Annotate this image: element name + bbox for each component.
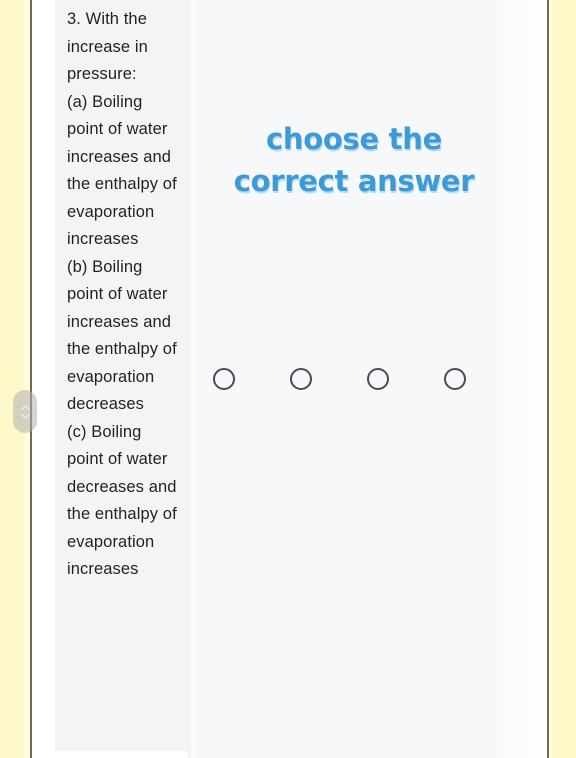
vertical-scroll-handle[interactable] bbox=[13, 390, 37, 433]
left-page-margin bbox=[0, 0, 30, 758]
option-circle-2[interactable] bbox=[290, 368, 312, 390]
choose-correct-answer-prompt: choose the correct answer bbox=[196, 118, 512, 202]
chevron-down-icon bbox=[20, 413, 30, 419]
right-margin-rule bbox=[547, 0, 549, 758]
option-circle-4[interactable] bbox=[444, 368, 466, 390]
answer-options-row bbox=[196, 368, 512, 394]
question-panel: 3. With the increase in pressure: (a) Bo… bbox=[55, 0, 188, 751]
right-page-margin bbox=[549, 0, 576, 758]
option-circle-1[interactable] bbox=[213, 368, 235, 390]
question-panel-foot bbox=[55, 751, 188, 758]
prompt-line-1: choose the bbox=[266, 122, 442, 156]
question-text: 3. With the increase in pressure: (a) Bo… bbox=[67, 10, 177, 578]
prompt-line-2: correct answer bbox=[233, 164, 475, 198]
chevron-up-icon bbox=[20, 404, 30, 410]
answer-panel: choose the correct answer bbox=[196, 0, 547, 758]
screen-root: 3. With the increase in pressure: (a) Bo… bbox=[0, 0, 576, 758]
option-circle-3[interactable] bbox=[367, 368, 389, 390]
left-margin-rule bbox=[30, 0, 32, 758]
